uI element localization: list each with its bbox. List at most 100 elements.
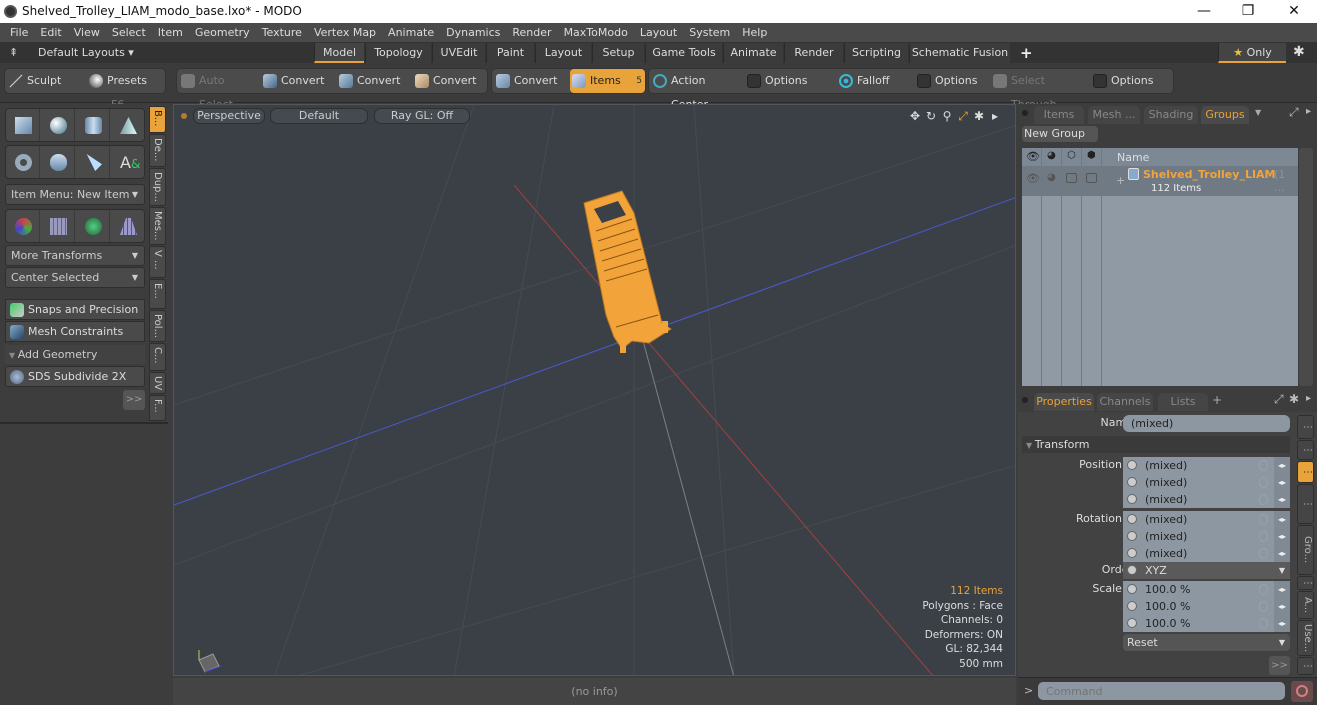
taper-tool[interactable] (111, 210, 145, 242)
drag-arrows-icon[interactable]: ◂▸ (1274, 581, 1290, 598)
maximize-button[interactable]: ❐ (1225, 0, 1271, 23)
tab-groups[interactable]: Groups (1201, 106, 1249, 124)
keyframe-dot-icon[interactable] (1127, 460, 1137, 470)
transform-tool[interactable] (6, 210, 40, 242)
new-group-button[interactable]: New Group (1022, 126, 1098, 142)
tab-properties[interactable]: Properties (1034, 393, 1094, 411)
tab-scripting[interactable]: Scripting (844, 43, 908, 63)
record-button[interactable] (1291, 681, 1313, 702)
expand-panel-icon[interactable]: ⤢ (1289, 105, 1299, 120)
shading-default-button[interactable]: Default (270, 108, 368, 124)
menu-dynamics[interactable]: Dynamics (440, 23, 506, 43)
view-perspective-button[interactable]: Perspective (193, 108, 265, 124)
expand-panel-button[interactable]: >> (123, 390, 145, 410)
menu-view[interactable]: View (68, 23, 106, 43)
tab-setup[interactable]: Setup (592, 43, 644, 63)
text-tool[interactable]: A& (111, 146, 145, 178)
convert-edges-button[interactable]: Convert (337, 69, 411, 93)
jitter-tool[interactable] (76, 210, 110, 242)
row-lock-toggle[interactable] (1066, 173, 1077, 183)
expand-group-icon[interactable]: + (1116, 174, 1125, 187)
drag-arrows-icon[interactable]: ◂▸ (1274, 491, 1290, 508)
side-handle[interactable]: ⋮ (1297, 415, 1314, 439)
minimize-button[interactable]: — (1181, 0, 1227, 23)
tab-channels[interactable]: Channels (1097, 393, 1153, 411)
visibility-eye-icon[interactable]: 👁 (1026, 150, 1040, 163)
side-handle-active[interactable]: ⋮ (1297, 461, 1314, 483)
grid-tool[interactable] (41, 210, 75, 242)
keyframe-dot-icon[interactable] (1127, 601, 1137, 611)
menu-file[interactable]: File (0, 23, 34, 43)
add-geometry-section[interactable]: ▼ Add Geometry (5, 345, 145, 364)
rotation-y-field[interactable]: (mixed) ◂▸ (1123, 528, 1290, 545)
torus-tool[interactable] (6, 146, 40, 178)
sds-subdivide-button[interactable]: SDS Subdivide 2X (5, 366, 145, 387)
select-icon[interactable]: ⬢ (1087, 150, 1096, 161)
keyframe-dot-icon[interactable] (1127, 618, 1137, 628)
drag-arrows-icon[interactable]: ◂▸ (1274, 528, 1290, 545)
sculpt-button[interactable]: Sculpt (7, 69, 81, 93)
menu-help[interactable]: Help (736, 23, 773, 43)
vtab-assembly[interactable]: A... (1297, 591, 1314, 619)
lock-icon[interactable]: ⬡ (1067, 150, 1076, 161)
vtab-deform[interactable]: De... (149, 134, 166, 167)
tab-schematic-fusion[interactable]: Schematic Fusion (909, 43, 1010, 63)
side-handle[interactable]: ⋮ (1297, 440, 1314, 460)
drag-arrows-icon[interactable]: ◂▸ (1274, 545, 1290, 562)
group-name[interactable]: Shelved_Trolley_LIAM (1143, 168, 1276, 181)
vtab-duplicate[interactable]: Dup... (149, 168, 166, 206)
trolley-model[interactable] (583, 190, 672, 353)
layout-collapse-icon[interactable]: ⇞ (9, 46, 18, 59)
3d-viewport[interactable]: Perspective Default Ray GL: Off ✥ ↻ ⚲ ⤢ ✱ ▸ 1… (173, 104, 1016, 676)
keyframe-dot-icon[interactable] (1127, 548, 1137, 558)
render-icon[interactable]: ◕ (1047, 150, 1056, 161)
sphere-tool[interactable] (41, 109, 75, 141)
cylinder-tool[interactable] (76, 109, 110, 141)
menu-item[interactable]: Item (152, 23, 189, 43)
snaps-precision-button[interactable]: Snaps and Precision (5, 299, 145, 320)
zoom-view-icon[interactable]: ⚲ (939, 109, 955, 123)
select-through-options-button[interactable]: Options (1091, 69, 1157, 93)
vtab-mesh-edit[interactable]: Mes... (149, 207, 166, 245)
panel-menu-arrow-icon[interactable]: ▸ (1306, 106, 1311, 117)
tab-items[interactable]: Items (1034, 106, 1084, 124)
tab-topology[interactable]: Topology (365, 43, 431, 63)
close-button[interactable]: ✕ (1271, 0, 1317, 23)
vtab-user[interactable]: Use... (1297, 620, 1314, 656)
viewport-menu-arrow-icon[interactable]: ▸ (987, 109, 1003, 123)
vtab-curve[interactable]: C... (149, 343, 166, 371)
tab-paint[interactable]: Paint (486, 43, 534, 63)
keyframe-dot-icon[interactable] (1127, 477, 1137, 487)
gear-icon[interactable]: ✱ (1293, 44, 1305, 60)
menu-layout[interactable]: Layout (634, 23, 683, 43)
ray-gl-button[interactable]: Ray GL: Off (374, 108, 470, 124)
auto-select-button[interactable]: Auto Select (179, 69, 259, 111)
falloff-options-button[interactable]: Options (915, 69, 981, 93)
menu-texture[interactable]: Texture (256, 23, 308, 43)
move-view-icon[interactable]: ✥ (907, 109, 923, 123)
vtab-polygon[interactable]: Pol... (149, 310, 166, 342)
action-center-button[interactable]: Action Center (651, 69, 743, 111)
tab-mesh[interactable]: Mesh ... (1088, 106, 1140, 124)
menu-select[interactable]: Select (106, 23, 152, 43)
maximize-view-icon[interactable]: ⤢ (955, 109, 971, 124)
rotation-x-field[interactable]: (mixed) ◂▸ (1123, 511, 1290, 528)
row-render-icon[interactable]: ◕ (1047, 172, 1056, 183)
transform-section[interactable]: ▼ Transform (1022, 436, 1290, 453)
rotate-view-icon[interactable]: ↻ (923, 109, 939, 123)
mesh-constraints-button[interactable]: Mesh Constraints (5, 321, 145, 342)
rotation-z-field[interactable]: (mixed) ◂▸ (1123, 545, 1290, 562)
vtab-groups[interactable]: Gro... (1297, 525, 1314, 575)
more-transforms-dropdown[interactable]: More Transforms ▼ (5, 245, 145, 266)
tab-game-tools[interactable]: Game Tools (645, 43, 722, 63)
panel-menu-arrow-icon[interactable]: ▸ (1306, 393, 1311, 404)
convert-polygons-button[interactable]: Convert (413, 69, 487, 93)
item-menu-dropdown[interactable]: Item Menu: New Item ▼ (5, 184, 145, 205)
falloff-button[interactable]: Falloff (837, 69, 899, 93)
tab-lists[interactable]: Lists (1158, 393, 1208, 411)
side-handle[interactable]: ⋮ (1297, 484, 1314, 524)
center-selected-dropdown[interactable]: Center Selected ▼ (5, 267, 145, 288)
cube-tool[interactable] (6, 109, 40, 141)
reset-dropdown[interactable]: Reset ▼ (1123, 634, 1290, 651)
tab-animate[interactable]: Animate (723, 43, 783, 63)
